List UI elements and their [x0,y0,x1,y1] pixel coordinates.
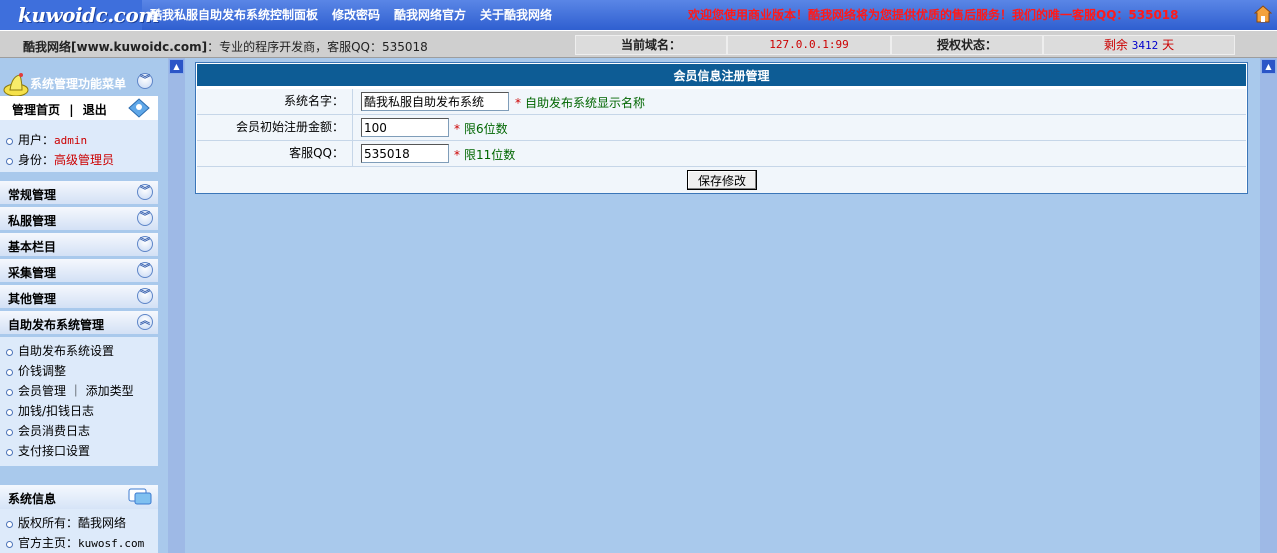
copyright-row: 版权所有：酷我网络 [6,513,158,533]
menu-title: 系统管理功能菜单 [30,77,127,91]
save-row: 保存修改 [197,167,1246,193]
sysinfo-title: 系统信息 [8,492,57,506]
copyright-value: 酷我网络 [78,516,127,530]
scroll-up-icon[interactable]: ▲ [1261,59,1276,74]
license-suffix: 天 [1162,38,1175,52]
welcome-message: 欢迎您使用商业版本！酷我网络将为您提供优质的售后服务！我们的唯一客服QQ：535… [688,8,1179,22]
chat-icon [128,488,152,505]
chevron-down-icon[interactable]: ︾ [137,236,153,252]
nav-about[interactable]: 关于酷我网络 [480,6,552,23]
role-value: 高级管理员 [54,153,115,167]
user-icon [128,98,150,118]
top-bar: kuwoidc.com 酷我私服自助发布系统控制面板 修改密码 酷我网络官方 关… [0,0,1277,30]
form-row-service-qq: 客服QQ： *限11位数 [197,141,1246,167]
admin-card: 管理首页 | 退出 用户：admin 身份：高级管理员 [0,96,158,172]
menu-label: 采集管理 [8,266,57,280]
chevron-down-icon[interactable]: ︾ [137,288,153,304]
submenu-item[interactable]: 价钱调整 [6,361,158,381]
nav-change-password[interactable]: 修改密码 [332,6,380,23]
admin-card-head: 管理首页 | 退出 [0,96,158,120]
user-label: 用户： [18,133,55,147]
site-desc: ：专业的程序开发商，客服QQ：535018 [207,40,428,54]
submenu-item[interactable]: 会员消费日志 [6,421,158,441]
home-icon[interactable] [1254,5,1272,23]
submenu-item[interactable]: 自助发布系统设置 [6,341,158,361]
license-days: 3412 [1131,39,1159,52]
sysinfo-card-head: 系统信息 [0,485,158,509]
logo-text: kuwoidc.com [18,3,159,27]
initial-amount-input[interactable] [361,118,449,137]
form-row-system-name: 系统名字： *自助发布系统显示名称 [197,89,1246,115]
menu-label: 私服管理 [8,214,57,228]
menu-collect[interactable]: 采集管理 ︾ [0,259,158,283]
user-value: admin [54,134,88,147]
nav-control-panel[interactable]: 酷我私服自助发布系统控制面板 [150,6,318,23]
menu-self-publish[interactable]: 自助发布系统管理 ︽ [0,311,158,335]
scroll-up-icon[interactable]: ▲ [169,59,184,74]
chevron-down-icon[interactable]: ︾ [137,184,153,200]
panel-title: 会员信息注册管理 [196,63,1247,87]
license-prefix: 剩余 [1103,38,1128,52]
menu-title-bar: 系统管理功能菜单 ︾ [0,70,158,98]
member-register-panel: 会员信息注册管理 系统名字： *自助发布系统显示名称 会员初始注册金额： *限6… [195,62,1248,194]
submenu-item[interactable]: 支付接口设置 [6,441,158,461]
menu-basic-columns[interactable]: 基本栏目 ︾ [0,233,158,257]
link-separator: | [69,103,74,117]
homepage-link[interactable]: kuwosf.com [78,537,144,550]
field-label: 客服QQ： [197,141,353,166]
chevron-down-icon[interactable]: ︾ [137,73,153,89]
site-info: 酷我网络[www.kuwoidc.com]：专业的程序开发商，客服QQ：5350… [23,38,428,55]
home-link[interactable]: 管理首页 [12,103,60,117]
role-row: 身份：高级管理员 [6,150,158,170]
site-name: 酷我网络[www.kuwoidc.com] [23,40,208,54]
menu-label: 基本栏目 [8,240,57,254]
main-scrollbar[interactable]: ▲ [1260,58,1277,553]
sidebar-scrollbar[interactable]: ▲ [168,58,185,553]
menu-general[interactable]: 常规管理 ︾ [0,181,158,205]
domain-value: 127.0.0.1:99 [727,35,891,55]
system-name-input[interactable] [361,92,509,111]
nav-official-site[interactable]: 酷我网络官方 [394,6,466,23]
submenu-item[interactable]: 会员管理 ｜ 添加类型 [6,381,158,401]
menu-label: 自助发布系统管理 [8,318,105,332]
menu-label: 常规管理 [8,188,57,202]
field-hint: * 自助发布系统显示名称 [515,96,646,110]
sysinfo-card: 系统信息 版权所有：酷我网络 官方主页：kuwosf.com [0,485,158,553]
field-label: 系统名字： [197,89,353,114]
logout-link[interactable]: 退出 [83,103,107,117]
menu-label: 其他管理 [8,292,57,306]
submenu-item[interactable]: 加钱/扣钱日志 [6,401,158,421]
license-label: 授权状态： [891,35,1043,55]
copyright-label: 版权所有： [18,516,79,530]
chevron-down-icon[interactable]: ︾ [137,262,153,278]
info-bar: 酷我网络[www.kuwoidc.com]：专业的程序开发商，客服QQ：5350… [0,30,1277,58]
field-hint: * 限6位数 [454,122,508,136]
field-hint: * 限11位数 [454,148,516,162]
sidebar: 系统管理功能菜单 ︾ 管理首页 | 退出 用户：admin 身份：高级管理员 常… [0,58,158,553]
hat-icon [3,73,29,97]
domain-label: 当前域名： [575,35,727,55]
field-label: 会员初始注册金额： [197,115,353,140]
chevron-down-icon[interactable]: ︾ [137,210,153,226]
logo[interactable]: kuwoidc.com [0,0,159,30]
save-button[interactable]: 保存修改 [687,170,757,190]
menu-other[interactable]: 其他管理 ︾ [0,285,158,309]
role-label: 身份： [18,153,55,167]
submenu-list: 自助发布系统设置 价钱调整 会员管理 ｜ 添加类型 加钱/扣钱日志 会员消费日志… [0,337,158,466]
top-nav: 酷我私服自助发布系统控制面板 修改密码 酷我网络官方 关于酷我网络 [150,6,552,23]
form-row-initial-amount: 会员初始注册金额： *限6位数 [197,115,1246,141]
homepage-row: 官方主页：kuwosf.com [6,533,158,553]
chevron-up-icon[interactable]: ︽ [137,314,153,330]
menu-private-server[interactable]: 私服管理 ︾ [0,207,158,231]
user-row: 用户：admin [6,130,158,150]
service-qq-input[interactable] [361,144,449,163]
license-status: 剩余 3412 天 [1043,35,1235,55]
homepage-label: 官方主页： [18,536,79,550]
